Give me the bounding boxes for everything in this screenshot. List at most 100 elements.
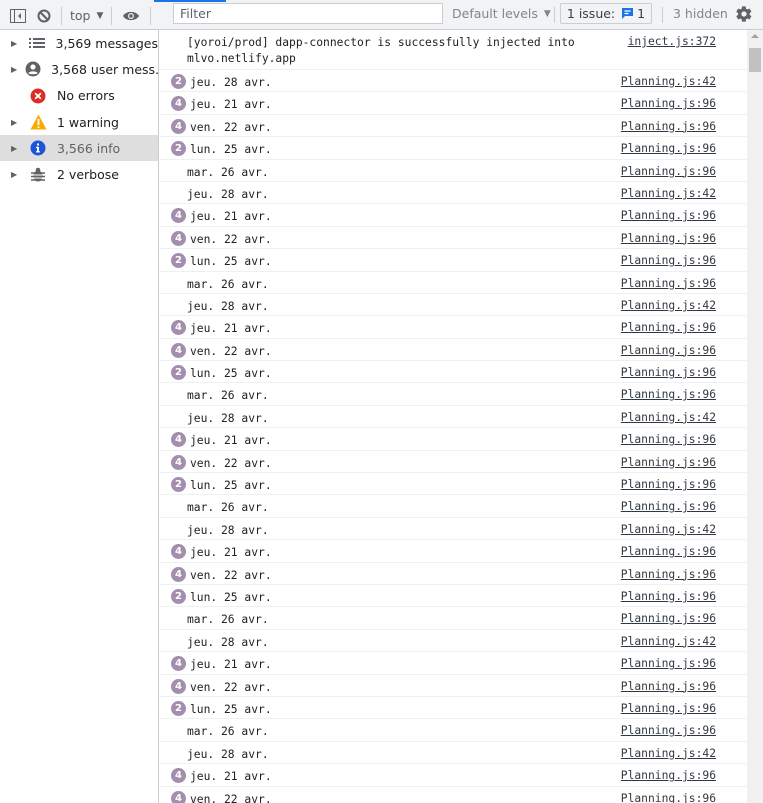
source-link[interactable]: Planning.js:96	[621, 680, 716, 694]
source-link[interactable]: Planning.js:96	[621, 433, 716, 447]
message-text: jeu. 21 avr.	[190, 98, 272, 112]
source-link[interactable]: Planning.js:96	[621, 657, 716, 671]
sidebar-item-errors[interactable]: ▶ No errors	[0, 83, 158, 109]
source-link[interactable]: Planning.js:96	[621, 769, 716, 783]
repeat-count-badge: 4	[171, 208, 186, 224]
sidebar-item-warnings[interactable]: ▶ 1 warning	[0, 109, 158, 135]
console-settings-button[interactable]	[735, 5, 753, 26]
repeat-count-badge: 4	[171, 230, 186, 246]
message-text: mar. 26 avr.	[187, 501, 269, 515]
source-link[interactable]: Planning.js:42	[621, 187, 716, 201]
repeat-count-badge: 2	[171, 141, 186, 157]
console-message-row: 2 lun. 25 avr. Planning.js:96	[159, 137, 747, 160]
live-expression-button[interactable]	[116, 3, 146, 29]
source-link[interactable]: Planning.js:96	[621, 142, 716, 156]
expand-arrow-icon[interactable]: ▶	[11, 65, 17, 74]
console-scrollbar[interactable]	[747, 30, 763, 803]
scroll-up-arrow-icon[interactable]	[751, 34, 759, 38]
message-text: jeu. 21 avr.	[190, 434, 272, 448]
source-link[interactable]: Planning.js:96	[621, 366, 716, 380]
repeat-count-badge: 4	[171, 566, 186, 582]
console-message-row: jeu. 28 avr. Planning.js:42	[159, 182, 747, 205]
source-link[interactable]: Planning.js:96	[621, 792, 716, 803]
context-selector[interactable]: top ▼	[66, 8, 107, 23]
source-link[interactable]: Planning.js:42	[621, 299, 716, 313]
source-link[interactable]: Planning.js:96	[621, 232, 716, 246]
console-message-row: 4 ven. 22 avr. Planning.js:96	[159, 563, 747, 585]
source-link[interactable]: Planning.js:96	[621, 344, 716, 358]
expand-arrow-icon[interactable]: ▶	[11, 144, 21, 153]
message-text: jeu. 21 avr.	[190, 546, 272, 560]
source-link[interactable]: Planning.js:96	[621, 254, 716, 268]
sidebar-toggle-button[interactable]	[5, 3, 31, 29]
console-message-row: 4 ven. 22 avr. Planning.js:96	[159, 451, 747, 474]
message-text: lun. 25 avr.	[190, 479, 272, 493]
repeat-count-badge: 4	[171, 118, 186, 134]
sidebar-item-user-messages[interactable]: ▶ 3,568 user mess…	[0, 56, 158, 82]
issues-button[interactable]: 1 issue: 1	[560, 3, 652, 24]
clear-console-icon	[37, 9, 51, 22]
sidebar-item-verbose[interactable]: ▶ 2 verbose	[0, 161, 158, 187]
filter-input[interactable]	[173, 3, 443, 24]
repeat-count-badge: 4	[171, 454, 186, 470]
source-link[interactable]: Planning.js:96	[621, 321, 716, 335]
source-link[interactable]: Planning.js:96	[621, 500, 716, 514]
sidebar-item-label: 2 verbose	[57, 167, 119, 183]
source-link[interactable]: Planning.js:42	[621, 411, 716, 425]
source-link[interactable]: Planning.js:96	[621, 568, 716, 582]
message-text: mar. 26 avr.	[187, 165, 269, 179]
source-link[interactable]: Planning.js:42	[621, 747, 716, 761]
error-icon	[29, 87, 47, 105]
clear-console-button[interactable]	[31, 3, 57, 29]
repeat-count-badge: 2	[171, 365, 186, 381]
source-link[interactable]: Planning.js:42	[621, 75, 716, 89]
sidebar-item-messages[interactable]: ▶ 3,569 messages	[0, 30, 158, 56]
console-message-row: mar. 26 avr. Planning.js:96	[159, 495, 747, 518]
console-message-row: mar. 26 avr. Planning.js:96	[159, 719, 747, 742]
console-message-row: 4 ven. 22 avr. Planning.js:96	[159, 115, 747, 138]
repeat-count-badge: 4	[171, 320, 186, 336]
console-message-row: 2 lun. 25 avr. Planning.js:96	[159, 361, 747, 384]
source-link[interactable]: Planning.js:96	[621, 388, 716, 402]
repeat-count-badge: 2	[171, 477, 186, 493]
expand-arrow-icon[interactable]: ▶	[11, 170, 21, 179]
repeat-count-badge: 2	[171, 700, 186, 716]
log-levels-dropdown[interactable]: Default levels ▼	[452, 6, 551, 21]
toolbar-divider	[111, 6, 113, 25]
console-message-row: jeu. 28 avr. Planning.js:42	[159, 294, 747, 317]
scrollbar-thumb[interactable]	[749, 48, 761, 72]
source-link[interactable]: inject.js:372	[628, 35, 716, 49]
console-message-row: 2 lun. 25 avr. Planning.js:96	[159, 585, 747, 608]
sidebar-item-label: No errors	[57, 88, 115, 104]
console-message-row: 4 jeu. 21 avr. Planning.js:96	[159, 316, 747, 339]
source-link[interactable]: Planning.js:96	[621, 724, 716, 738]
chevron-down-icon: ▼	[543, 8, 551, 19]
sidebar-item-info[interactable]: ▶ 3,566 info	[0, 135, 158, 162]
toolbar-divider	[150, 6, 152, 25]
source-link[interactable]: Planning.js:96	[621, 702, 716, 716]
source-link[interactable]: Planning.js:96	[621, 478, 716, 492]
source-link[interactable]: Planning.js:96	[621, 612, 716, 626]
message-text: lun. 25 avr.	[190, 143, 272, 157]
expand-arrow-icon[interactable]: ▶	[11, 118, 21, 127]
source-link[interactable]: Planning.js:96	[621, 120, 716, 134]
message-text: lun. 25 avr.	[190, 702, 272, 716]
source-link[interactable]: Planning.js:96	[621, 277, 716, 291]
source-link[interactable]: Planning.js:96	[621, 545, 716, 559]
source-link[interactable]: Planning.js:96	[621, 590, 716, 604]
source-link[interactable]: Planning.js:96	[621, 209, 716, 223]
console-message-row: jeu. 28 avr. Planning.js:42	[159, 518, 747, 541]
console-message-row: mar. 26 avr. Planning.js:96	[159, 160, 747, 182]
eye-icon	[123, 11, 140, 20]
expand-arrow-icon[interactable]: ▶	[11, 39, 20, 48]
source-link[interactable]: Planning.js:96	[621, 97, 716, 111]
source-link[interactable]: Planning.js:96	[621, 456, 716, 470]
console-message-row: 4 ven. 22 avr. Planning.js:96	[159, 339, 747, 362]
source-link[interactable]: Planning.js:42	[621, 635, 716, 649]
source-link[interactable]: Planning.js:42	[621, 523, 716, 537]
source-link[interactable]: Planning.js:96	[621, 165, 716, 179]
message-text: lun. 25 avr.	[190, 590, 272, 604]
repeat-count-badge: 2	[171, 588, 186, 604]
sidebar-item-label: 1 warning	[57, 114, 119, 130]
message-text: ven. 22 avr.	[190, 344, 272, 358]
